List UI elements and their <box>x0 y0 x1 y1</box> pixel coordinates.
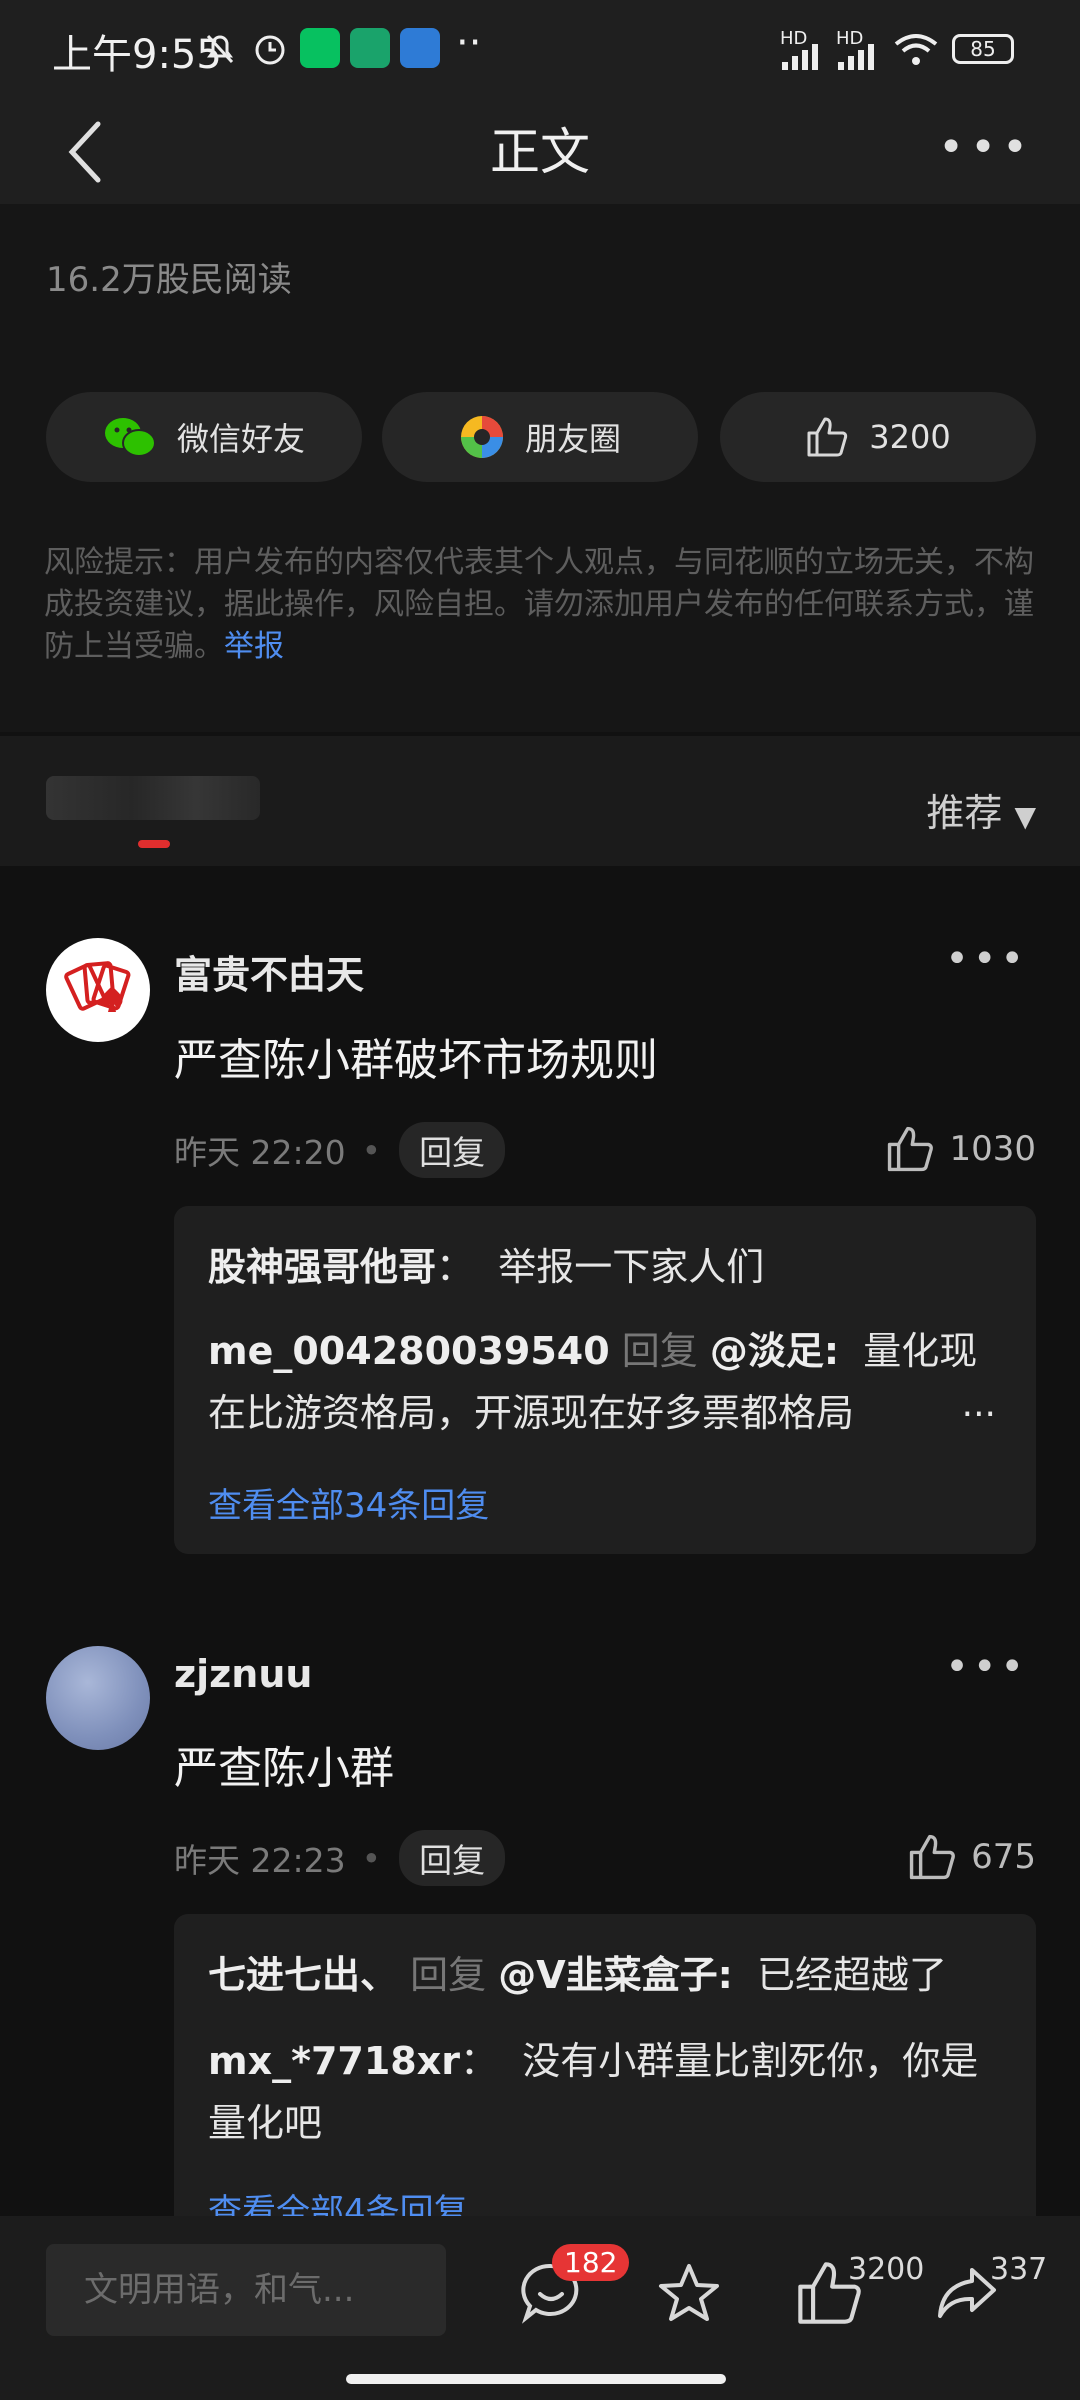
comment-meta: 昨天 22:23 • 回复 <box>174 1830 506 1886</box>
page-title: 正文 <box>490 123 590 181</box>
risk-text: 风险提示：用户发布的内容仅代表其个人观点，与同花顺的立场无关，不构成投资建议，据… <box>44 545 1034 664</box>
comment-meta: 昨天 22:20 • 回复 <box>174 1122 506 1178</box>
avatar[interactable] <box>46 1646 150 1750</box>
reply-mid: 回复 <box>621 1329 698 1373</box>
reply-sep: ： <box>460 2039 499 2083</box>
reply-target: @V韭菜盒子: <box>498 1953 733 1997</box>
reply-item[interactable]: me_004280039540 回复 @淡足: 量化现在比游资格局，开源现在好多… <box>208 1320 988 1444</box>
comment-more-icon[interactable]: ••• <box>945 936 1028 982</box>
share-moments-label: 朋友圈 <box>524 420 621 458</box>
battery-level: 85 <box>970 37 996 61</box>
meta-dot: • <box>361 1130 382 1170</box>
comment-count-badge: 182 <box>552 2244 630 2281</box>
report-link[interactable]: 举报 <box>224 629 284 664</box>
sort-dropdown[interactable]: 推荐 ▼ <box>926 782 1036 837</box>
wifi-icon <box>894 34 938 65</box>
comment-like-count: 675 <box>971 1837 1036 1877</box>
bottom-action-bar: 文明用语，和气... 182 3200 337 <box>0 2216 1080 2400</box>
comment-like-button[interactable]: 675 <box>907 1832 1036 1882</box>
comments-header: 推荐 ▼ <box>0 736 1080 866</box>
sort-label: 推荐 <box>926 791 1003 835</box>
moments-icon <box>460 416 503 458</box>
comment-username[interactable]: 富贵不由天 <box>174 944 364 999</box>
reply-item[interactable]: mx_*7718xr： 没有小群量比割死你，你是量化吧 <box>208 2030 1008 2154</box>
article-footer: 16.2万股民阅读 微信好友 朋友圈 3200 风险提示：用户发布的内容仅代表其… <box>0 204 1080 732</box>
comment-more-icon[interactable]: ••• <box>945 1644 1028 1690</box>
alarm-icon <box>255 35 285 65</box>
thumb-up-icon <box>909 1834 955 1880</box>
battery-icon: 85 <box>952 34 1014 64</box>
comment-like-count: 1030 <box>949 1129 1036 1169</box>
reply-user: me_004280039540 <box>208 1329 610 1373</box>
comment-item: zjznuu ••• 严查陈小群 昨天 22:23 • 回复 675 七进七出、… <box>0 1566 1080 2234</box>
comment-input[interactable]: 文明用语，和气... <box>46 2244 446 2336</box>
risk-notice: 风险提示：用户发布的内容仅代表其个人观点，与同花顺的立场无关，不构成投资建议，据… <box>44 542 1044 668</box>
view-all-replies-link[interactable]: 查看全部34条回复 <box>208 1478 489 1527</box>
more-notifications-icon: ·· <box>456 20 482 66</box>
star-icon[interactable] <box>654 2258 724 2328</box>
more-icon[interactable]: ••• <box>938 122 1034 173</box>
reply-user: mx_*7718xr <box>208 2039 460 2083</box>
avatar[interactable] <box>46 938 150 1042</box>
comment-text: 严查陈小群破坏市场规则 <box>174 1035 658 1086</box>
comment-text: 严查陈小群 <box>174 1743 394 1794</box>
reply-user: 股神强哥他哥 <box>208 1245 437 1289</box>
nfc-icon <box>400 28 440 68</box>
reply-user: 七进七出、 <box>208 1953 399 1997</box>
shield-notify-icon <box>350 28 390 68</box>
thumb-up-icon <box>888 1126 934 1172</box>
home-indicator[interactable] <box>346 2374 726 2384</box>
comment-item: 富贵不由天 ••• 严查陈小群破坏市场规则 昨天 22:20 • 回复 1030… <box>0 866 1080 1566</box>
share-wechat-label: 微信好友 <box>176 420 305 458</box>
reply-box: 股神强哥他哥： 举报一下家人们 me_004280039540 回复 @淡足: … <box>174 1206 1036 1554</box>
reply-ellipsis: ... <box>961 1384 996 1425</box>
signal-icon-2 <box>838 44 874 70</box>
comment-username[interactable]: zjznuu <box>174 1652 312 1696</box>
wechat-icon <box>104 418 156 457</box>
read-count: 16.2万股民阅读 <box>46 260 292 300</box>
reply-sep: ： <box>436 1245 475 1289</box>
meta-dot: • <box>361 1838 382 1878</box>
active-tab-indicator <box>138 840 170 848</box>
share-wechat-button[interactable]: 微信好友 <box>46 392 362 482</box>
article-like-button[interactable]: 3200 <box>720 392 1036 482</box>
status-time: 上午9:55 <box>52 32 222 78</box>
signal-icon <box>782 44 818 70</box>
reply-button[interactable]: 回复 <box>399 1830 506 1886</box>
nav-bar: 正文 ••• <box>0 100 1080 204</box>
reply-item[interactable]: 七进七出、 回复 @V韭菜盒子: 已经超越了 <box>208 1944 1008 2006</box>
reply-box: 七进七出、 回复 @V韭菜盒子: 已经超越了 mx_*7718xr： 没有小群量… <box>174 1914 1036 2234</box>
reply-target: @淡足: <box>709 1329 840 1373</box>
reply-button[interactable]: 回复 <box>399 1122 506 1178</box>
status-bar: 上午9:55 ·· HD HD 85 <box>0 0 1080 100</box>
wechat-notify-icon <box>300 28 340 68</box>
article-like-count: 3200 <box>869 418 951 456</box>
cards-logo-icon <box>64 961 131 1012</box>
comment-time: 昨天 22:20 <box>174 1133 346 1172</box>
reply-text: 举报一下家人们 <box>498 1245 765 1289</box>
comment-time: 昨天 22:23 <box>174 1841 346 1880</box>
comment-like-button[interactable]: 1030 <box>885 1124 1036 1174</box>
reply-item[interactable]: 股神强哥他哥： 举报一下家人们 <box>208 1236 1008 1298</box>
reply-mid: 回复 <box>410 1953 487 1997</box>
share-count: 337 <box>990 2252 1048 2287</box>
reply-text: 已经超越了 <box>757 1953 948 1997</box>
comments-tab-blurred[interactable] <box>46 776 260 820</box>
thumb-up-icon <box>807 417 848 457</box>
bottom-like-count: 3200 <box>848 2252 925 2287</box>
mute-bell-icon <box>206 34 234 64</box>
caret-down-icon: ▼ <box>1014 800 1036 833</box>
share-moments-button[interactable]: 朋友圈 <box>382 392 698 482</box>
